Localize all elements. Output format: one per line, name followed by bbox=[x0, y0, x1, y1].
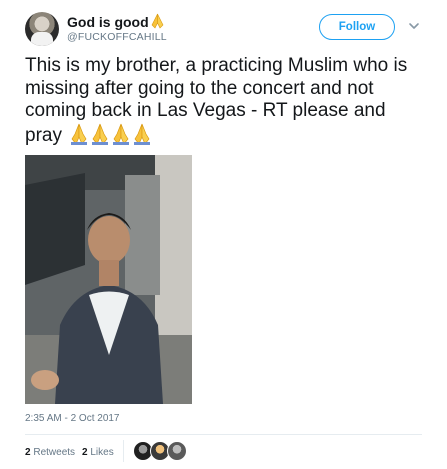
folded-hands-icon-1 bbox=[71, 123, 88, 145]
tweet-timestamp[interactable]: 2:35 AM - 2 Oct 2017 bbox=[25, 413, 120, 424]
tweet-card: God is good @FUCKOFFCAHILL Follow This i… bbox=[0, 0, 447, 469]
folded-hands-icon-3 bbox=[113, 123, 130, 145]
likes-label[interactable]: Likes bbox=[90, 447, 113, 458]
follow-button[interactable]: Follow bbox=[319, 14, 395, 40]
folded-hands-icon-4 bbox=[134, 123, 151, 145]
likes-count[interactable]: 2 bbox=[82, 447, 88, 458]
folded-hands-icons bbox=[71, 123, 151, 145]
divider bbox=[25, 434, 422, 435]
folded-hands-icon bbox=[149, 13, 166, 32]
folded-hands-icon-2 bbox=[92, 123, 109, 145]
stats-divider bbox=[123, 440, 124, 462]
tweet-photo[interactable] bbox=[25, 155, 192, 404]
chevron-down-icon[interactable] bbox=[407, 19, 421, 33]
photo-image bbox=[25, 155, 192, 404]
folded-hands-emoji-row bbox=[69, 123, 153, 152]
retweets-count[interactable]: 2 bbox=[25, 447, 31, 458]
liker-avatar[interactable] bbox=[167, 441, 187, 461]
tweet-text: This is my brother, a practicing Muslim … bbox=[25, 55, 425, 151]
retweets-label[interactable]: Retweets bbox=[33, 447, 75, 458]
display-name[interactable]: God is good bbox=[67, 13, 166, 32]
display-name-text: God is good bbox=[67, 14, 149, 30]
avatar[interactable] bbox=[25, 12, 59, 46]
user-handle[interactable]: @FUCKOFFCAHILL bbox=[67, 31, 167, 43]
tweet-stats: 2 Retweets 2 Likes bbox=[25, 447, 114, 458]
avatar-figure bbox=[31, 32, 53, 46]
